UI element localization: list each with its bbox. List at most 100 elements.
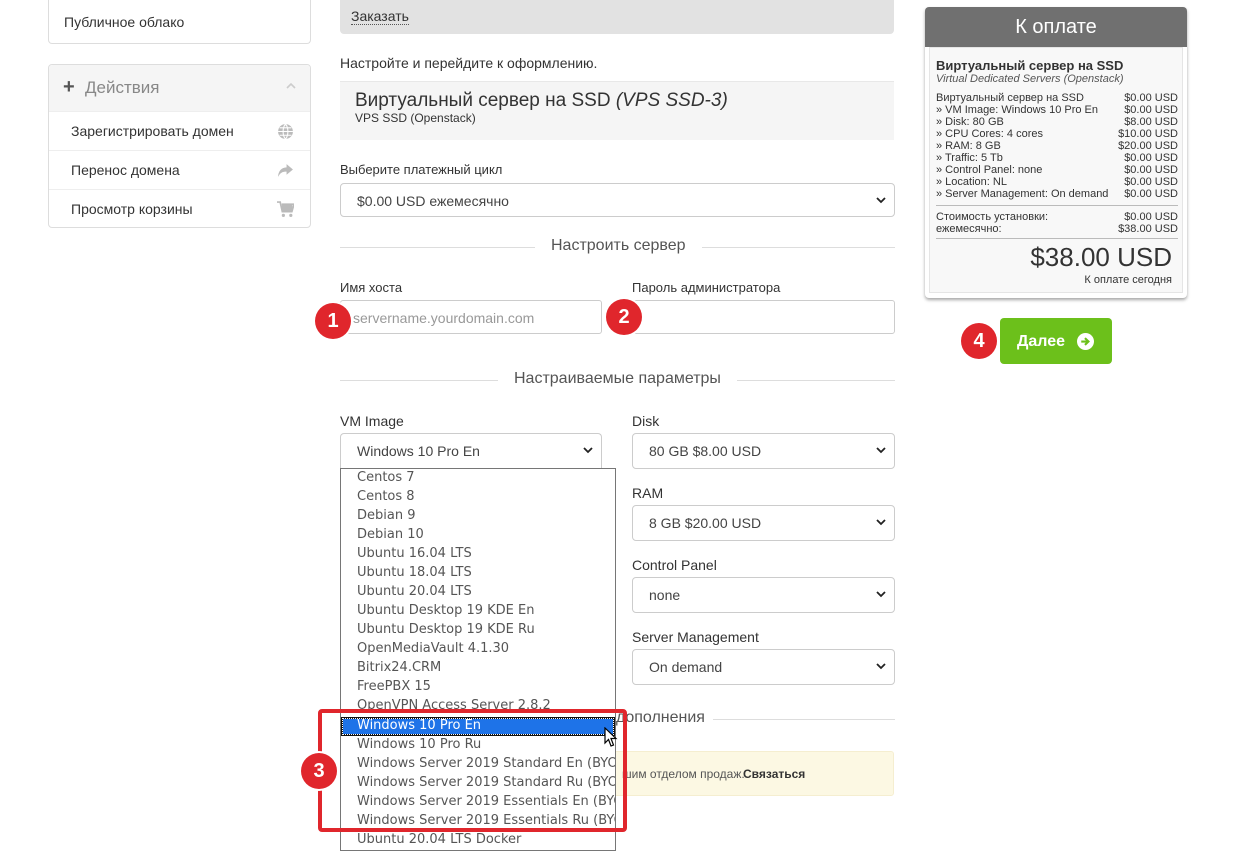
summary-total: $38.00 USD	[1030, 242, 1172, 272]
dropdown-option[interactable]: Debian 10	[341, 526, 615, 545]
chevron-down-icon	[876, 197, 886, 204]
order-link[interactable]: Заказать	[351, 8, 409, 25]
summary-product-subtitle: Virtual Dedicated Servers (Openstack)	[936, 73, 1124, 85]
notice-text: шим отделом продаж.	[622, 767, 745, 781]
step-badge-1: 1	[315, 303, 351, 339]
summary-line: » VM Image: Windows 10 Pro En $0.00 USD	[936, 104, 1178, 116]
chevron-down-icon	[583, 447, 593, 454]
order-bar: Заказать	[340, 0, 894, 34]
summary-line: » Server Management: On demand $0.00 USD	[936, 188, 1178, 200]
sidebar-item-view-cart[interactable]: Просмотр корзины	[49, 189, 310, 228]
server-management-value: On demand	[649, 659, 723, 675]
product-subtitle: VPS SSD (Openstack)	[355, 111, 476, 125]
plus-icon: +	[63, 76, 75, 98]
dropdown-option[interactable]: Ubuntu 18.04 LTS	[341, 564, 615, 583]
contact-link[interactable]: Связаться	[743, 767, 805, 781]
server-management-label: Server Management	[632, 629, 759, 645]
sidebar-item-label: Перенос домена	[71, 162, 180, 178]
disk-select[interactable]: 80 GB $8.00 USD	[632, 433, 895, 469]
product-info: Виртуальный сервер на SSD (VPS SSD-3) VP…	[340, 81, 894, 140]
vm-image-label: VM Image	[340, 413, 404, 429]
ram-select[interactable]: 8 GB $20.00 USD	[632, 505, 895, 541]
summary-divider	[936, 238, 1178, 239]
control-panel-value: none	[649, 587, 681, 603]
product-name-text: Виртуальный сервер на SSD	[355, 90, 611, 111]
disk-label: Disk	[632, 413, 660, 429]
dropdown-option[interactable]: Debian 9	[341, 507, 615, 526]
actions-panel-header[interactable]: + Действия	[49, 65, 310, 112]
step-badge-2: 2	[606, 299, 642, 335]
chevron-down-icon	[876, 447, 886, 454]
disk-value: 80 GB $8.00 USD	[649, 443, 762, 459]
step-badge-3: 3	[301, 753, 337, 789]
next-button[interactable]: Далее	[1000, 318, 1112, 364]
ram-value: 8 GB $20.00 USD	[649, 515, 762, 531]
hostname-label: Имя хоста	[340, 280, 403, 295]
summary-line: » Control Panel: none $0.00 USD	[936, 164, 1178, 176]
share-arrow-icon	[278, 164, 293, 177]
dropdown-option[interactable]: Ubuntu Desktop 19 KDE Ru	[341, 621, 615, 640]
dropdown-option[interactable]: Ubuntu 20.04 LTS Docker	[341, 831, 615, 850]
dropdown-option[interactable]: Ubuntu Desktop 19 KDE En	[341, 602, 615, 621]
configurable-options-title: Настраиваемые параметры	[498, 370, 737, 388]
divider	[712, 719, 895, 720]
summary-divider	[936, 205, 1178, 206]
summary-total-label: К оплате сегодня	[1084, 274, 1172, 286]
dropdown-option[interactable]: Centos 8	[341, 488, 615, 507]
control-panel-select[interactable]: none	[632, 577, 895, 613]
arrow-circle-right-icon	[1077, 333, 1094, 350]
summary-line: Виртуальный сервер на SSD $0.00 USD	[936, 92, 1178, 104]
vm-image-select[interactable]: Windows 10 Pro En	[340, 433, 602, 468]
control-panel-label: Control Panel	[632, 557, 717, 573]
hostname-placeholder: servername.yourdomain.com	[353, 310, 535, 326]
summary-setup-fee: Стоимость установки: $0.00 USD	[936, 211, 1178, 223]
summary-body: Виртуальный сервер на SSD Virtual Dedica…	[929, 47, 1183, 293]
mouse-cursor-icon	[604, 727, 618, 747]
dropdown-option[interactable]: Centos 7	[341, 469, 615, 488]
sidebar-item-label: Зарегистрировать домен	[71, 123, 234, 139]
configure-server-title: Настроить сервер	[535, 237, 702, 255]
admin-password-input[interactable]	[632, 300, 895, 334]
cart-icon	[277, 201, 294, 217]
actions-title: Действия	[85, 78, 160, 97]
sidebar-item-label: Просмотр корзины	[71, 201, 193, 217]
billing-cycle-select[interactable]: $0.00 USD ежемесячно	[340, 183, 895, 217]
billing-cycle-value: $0.00 USD ежемесячно	[357, 193, 509, 209]
ram-label: RAM	[632, 485, 664, 501]
server-management-select[interactable]: On demand	[632, 649, 895, 685]
actions-panel: + Действия Зарегистрировать домен Перено…	[48, 64, 311, 228]
summary-header: К оплате	[925, 7, 1187, 47]
summary-line: » CPU Cores: 4 cores $10.00 USD	[936, 128, 1178, 140]
addons-title: дополнения	[616, 709, 713, 727]
sales-notice: шим отделом продаж. Связаться	[600, 751, 894, 796]
billing-cycle-label: Выберите платежный цикл	[340, 162, 503, 177]
product-name: Виртуальный сервер на SSD (VPS SSD-3)	[355, 90, 728, 112]
globe-icon	[278, 123, 293, 140]
chevron-down-icon	[876, 591, 886, 598]
dropdown-option[interactable]: Bitrix24.CRM	[341, 659, 615, 678]
summary-line: » Traffic: 5 Tb $0.00 USD	[936, 152, 1178, 164]
chevron-down-icon	[876, 519, 886, 526]
configure-intro: Настройте и перейдите к оформлению.	[340, 55, 598, 71]
hostname-input[interactable]: servername.yourdomain.com	[340, 300, 602, 334]
next-button-label: Далее	[1017, 333, 1066, 350]
admin-password-label: Пароль администратора	[632, 280, 781, 295]
chevron-down-icon	[876, 663, 886, 670]
sidebar-item-public-cloud[interactable]: Публичное облако	[64, 14, 184, 30]
dropdown-option[interactable]: OpenMediaVault 4.1.30	[341, 640, 615, 659]
product-code: (VPS SSD-3)	[615, 90, 728, 111]
vm-image-value: Windows 10 Pro En	[357, 443, 480, 459]
chevron-up-icon[interactable]	[286, 81, 296, 91]
summary-line: » Location: NL $0.00 USD	[936, 176, 1178, 188]
summary-product-title: Виртуальный сервер на SSD	[936, 58, 1124, 73]
dropdown-option[interactable]: Ubuntu 16.04 LTS	[341, 545, 615, 564]
summary-line: » RAM: 8 GB $20.00 USD	[936, 140, 1178, 152]
step-badge-4: 4	[961, 323, 997, 359]
dropdown-option[interactable]: Ubuntu 20.04 LTS	[341, 583, 615, 602]
sidebar-panel-top: Публичное облако	[48, 0, 311, 44]
sidebar-item-transfer-domain[interactable]: Перенос домена	[49, 150, 310, 189]
highlight-frame	[318, 709, 627, 832]
sidebar-item-register-domain[interactable]: Зарегистрировать домен	[49, 111, 310, 150]
summary-line: » Disk: 80 GB $8.00 USD	[936, 116, 1178, 128]
dropdown-option[interactable]: FreePBX 15	[341, 678, 615, 697]
